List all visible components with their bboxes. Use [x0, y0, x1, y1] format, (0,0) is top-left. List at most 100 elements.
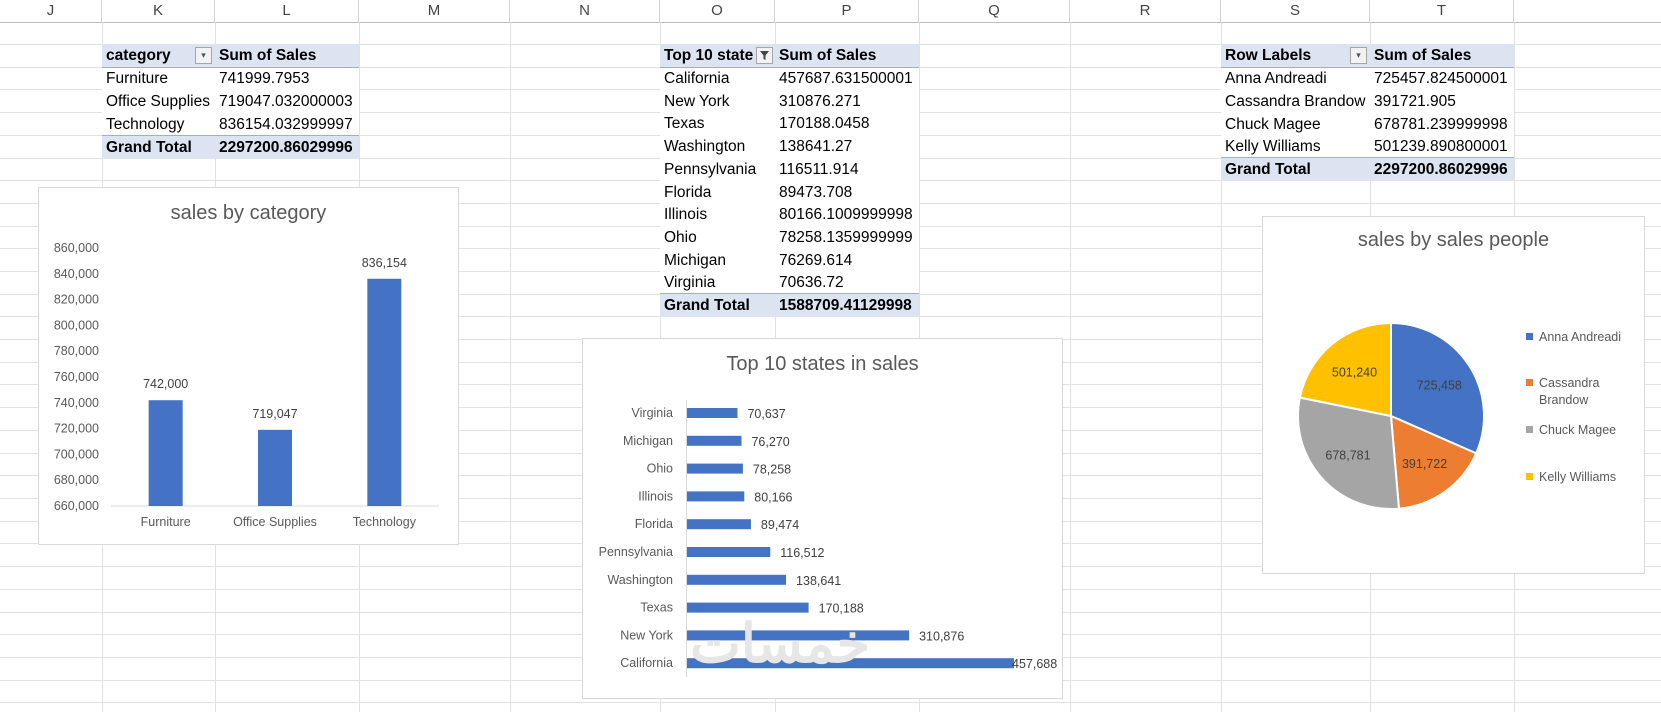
column-header-bar: J K L M N O P Q R S T [0, 0, 1661, 23]
state-pivot-row-label[interactable]: Texas [660, 112, 775, 136]
legend-label-line: Brandow [1539, 393, 1589, 407]
category-pivot-total-label[interactable]: Grand Total [102, 135, 215, 159]
x-tick-label: Technology [353, 515, 417, 529]
state-pivot-row-value[interactable]: 170188.0458 [775, 112, 919, 136]
bar [687, 463, 743, 474]
state-pivot-row-label[interactable]: Illinois [660, 203, 775, 227]
state-pivot-row-value[interactable]: 80166.1009999998 [775, 203, 919, 227]
column-header-n[interactable]: N [510, 0, 660, 22]
state-pivot-row-value[interactable]: 76269.614 [775, 249, 919, 273]
sales-people-pie-chart[interactable]: sales by sales people 725,458 391,722 678,… [1262, 216, 1645, 574]
state-pivot-row-label[interactable]: Michigan [660, 249, 775, 273]
state-pivot-row-label[interactable]: Ohio [660, 226, 775, 250]
state-pivot-row-value[interactable]: 116511.914 [775, 158, 919, 182]
y-tick-label: Texas [640, 601, 673, 615]
data-label: 138,641 [796, 574, 841, 588]
category-pivot-row-label[interactable]: Furniture [102, 67, 215, 91]
state-pivot-row-label[interactable]: New York [660, 90, 775, 114]
bar [687, 574, 787, 585]
people-pivot-row-value[interactable]: 391721.905 [1370, 90, 1514, 114]
data-label: 116,512 [780, 546, 824, 560]
people-pivot-row-value[interactable]: 678781.239999998 [1370, 113, 1514, 137]
column-header-k[interactable]: K [102, 0, 215, 22]
column-header-l[interactable]: L [215, 0, 359, 22]
people-pivot-header-label[interactable]: Row Labels [1221, 44, 1370, 68]
category-pivot-row-value[interactable]: 741999.7953 [215, 67, 359, 91]
data-label: 836,154 [362, 256, 407, 270]
category-pivot-row-label[interactable]: Office Supplies [102, 90, 215, 114]
state-pivot-row-label[interactable]: Virginia [660, 271, 775, 295]
y-tick-label: Illinois [638, 489, 673, 503]
state-pivot-row-label[interactable]: Florida [660, 181, 775, 205]
state-pivot-row-label[interactable]: California [660, 67, 775, 91]
data-label: 742,000 [143, 377, 188, 391]
bar [367, 278, 402, 506]
data-label: 457,688 [1012, 657, 1057, 671]
state-pivot-row-label[interactable]: Washington [660, 135, 775, 159]
y-tick-label: 740,000 [54, 396, 99, 410]
people-pivot-row-label[interactable]: Kelly Williams [1221, 135, 1370, 159]
people-pivot-header-text: Row Labels [1225, 47, 1312, 64]
y-tick-label: 760,000 [54, 370, 99, 384]
state-pivot-row-value[interactable]: 457687.631500001 [775, 67, 919, 91]
people-pivot-total-label[interactable]: Grand Total [1221, 157, 1370, 181]
x-tick-label: Furniture [141, 515, 191, 529]
category-pivot-row-value[interactable]: 836154.032999997 [215, 113, 359, 137]
data-label: 89,474 [761, 518, 799, 532]
column-header-u[interactable] [1514, 0, 1661, 22]
gridline-vertical [510, 22, 511, 712]
data-label: 80,166 [754, 490, 792, 504]
category-pivot-header-value[interactable]: Sum of Sales [215, 44, 359, 68]
state-pivot-header-value[interactable]: Sum of Sales [775, 44, 919, 68]
column-header-m[interactable]: M [359, 0, 510, 22]
category-pivot-row-value[interactable]: 719047.032000003 [215, 90, 359, 114]
legend-label-line: Cassandra [1539, 376, 1599, 390]
category-pivot-total-value[interactable]: 2297200.86029996 [215, 135, 359, 159]
people-pivot-row-label[interactable]: Cassandra Brandow [1221, 90, 1370, 114]
y-tick-label: Ohio [647, 462, 673, 476]
filter-dropdown-icon[interactable]: ▾ [1350, 47, 1367, 64]
people-pivot-row-value[interactable]: 725457.824500001 [1370, 67, 1514, 91]
column-header-t[interactable]: T [1370, 0, 1514, 22]
state-pivot-row-value[interactable]: 89473.708 [775, 181, 919, 205]
state-pivot-row-value[interactable]: 310876.271 [775, 90, 919, 114]
bar [258, 429, 292, 506]
legend-label-line: Chuck Magee [1539, 423, 1616, 437]
state-pivot-row-value[interactable]: 78258.1359999999 [775, 226, 919, 250]
column-header-r[interactable]: R [1070, 0, 1221, 22]
spreadsheet-grid[interactable]: J K L M N O P Q R S T category ▾ Sum of … [0, 0, 1661, 712]
legend-label: Cassandra Brandow [1539, 376, 1599, 407]
people-pivot-total-value[interactable]: 2297200.86029996 [1370, 157, 1514, 181]
category-bar-chart[interactable]: sales by category 860,000 840,000 820,000 8… [38, 187, 459, 545]
state-pivot-total-value[interactable]: 1588709.41129998 [775, 293, 919, 317]
data-label: 78,258 [753, 463, 791, 477]
people-pivot-row-label[interactable]: Chuck Magee [1221, 113, 1370, 137]
bar [687, 435, 742, 446]
people-pivot-header-value[interactable]: Sum of Sales [1370, 44, 1514, 68]
column-header-s[interactable]: S [1221, 0, 1370, 22]
legend-label-line: Anna Andreadi [1539, 330, 1621, 344]
state-pivot-row-value[interactable]: 138641.27 [775, 135, 919, 159]
state-pivot-row-label[interactable]: Pennsylvania [660, 158, 775, 182]
column-header-p[interactable]: P [775, 0, 919, 22]
y-tick-label: Michigan [623, 434, 673, 448]
state-pivot-row-value[interactable]: 70636.72 [775, 271, 919, 295]
filter-dropdown-icon[interactable]: ▾ [195, 47, 212, 64]
category-pivot-row-label[interactable]: Technology [102, 113, 215, 137]
gridline-vertical [1070, 22, 1071, 712]
column-header-q[interactable]: Q [919, 0, 1070, 22]
bar [687, 491, 745, 502]
column-header-o[interactable]: O [660, 0, 775, 22]
people-pivot-row-label[interactable]: Anna Andreadi [1221, 67, 1370, 91]
y-tick-label: 700,000 [54, 447, 99, 461]
filter-applied-icon[interactable] [756, 47, 773, 64]
y-tick-label: 840,000 [54, 267, 99, 281]
y-tick-label: Florida [635, 517, 673, 531]
y-tick-label: 720,000 [54, 422, 99, 436]
bar [687, 519, 751, 530]
people-pivot-row-value[interactable]: 501239.890800001 [1370, 135, 1514, 159]
bar [687, 408, 738, 418]
legend-marker [1526, 333, 1533, 340]
state-pivot-total-label[interactable]: Grand Total [660, 293, 775, 317]
column-header-j[interactable]: J [0, 0, 102, 22]
